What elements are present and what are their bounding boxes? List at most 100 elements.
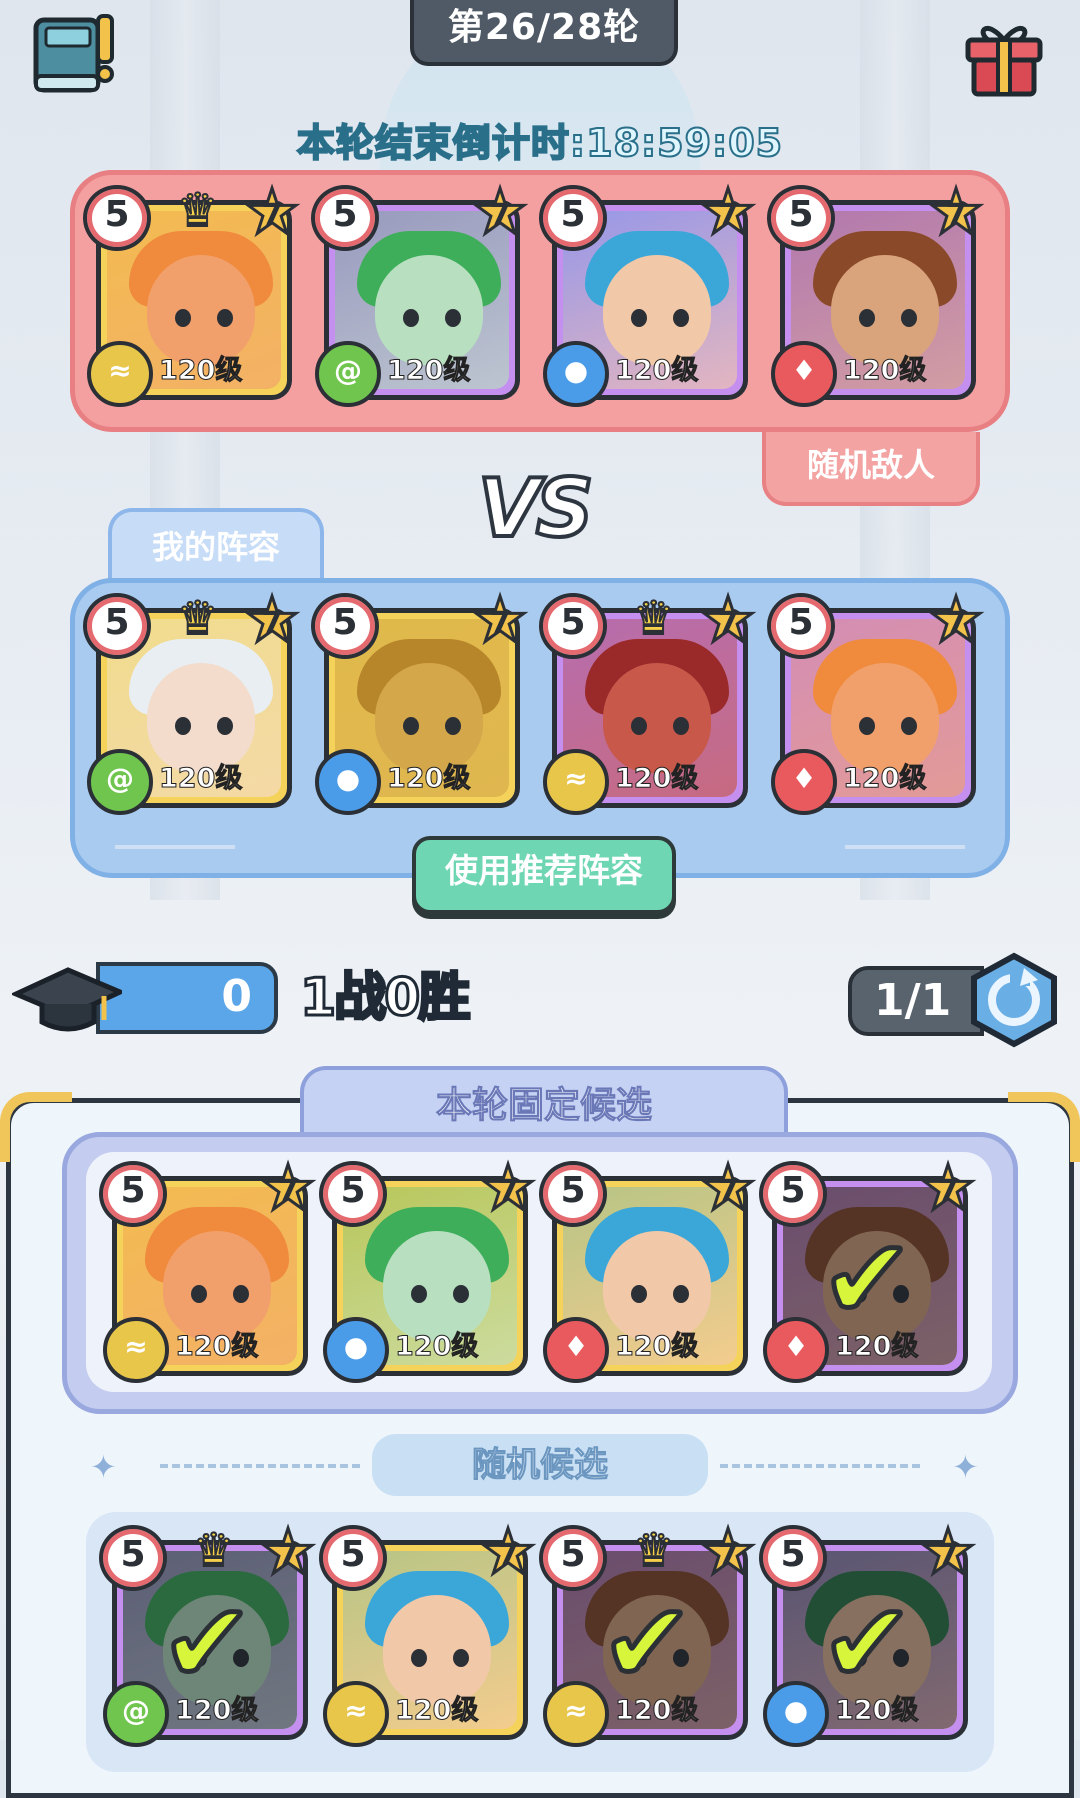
hero-eye [445, 717, 461, 735]
hero-card[interactable]: 120级 ≈ 5 ★ 7 ♛ [539, 587, 757, 815]
star-icon: ★ 7 [919, 1151, 978, 1224]
water-element-icon: ● [315, 749, 381, 815]
hero-eye [859, 717, 875, 735]
hero-card[interactable]: 120级 @ 5 ★ 7 ♛ [83, 587, 301, 815]
crown-icon: ♛ [192, 1522, 235, 1578]
enemy-tag: 随机敌人 [762, 432, 980, 506]
hero-eye [191, 1285, 207, 1303]
hero-rank-badge: 5 [319, 1161, 387, 1227]
hero-level: 120级 [174, 1695, 259, 1727]
hero-card[interactable]: 120级 ≈ 5 ★ 7 [319, 1519, 537, 1747]
hero-eye [631, 309, 647, 327]
star-icon: ★ 7 [471, 175, 530, 248]
hero-star-count: 7 [489, 198, 511, 233]
refresh-icon[interactable] [966, 952, 1062, 1048]
hero-level: 120级 [158, 763, 243, 795]
vs-label: VS [476, 460, 595, 557]
wind-element-icon: @ [87, 749, 153, 815]
hero-eye [453, 1285, 469, 1303]
hero-card[interactable]: 120级 ● 5 ★ 7 [311, 587, 529, 815]
hero-eye [217, 309, 233, 327]
hero-rank-badge: 5 [83, 593, 151, 659]
hero-level: 120级 [834, 1695, 919, 1727]
hero-card[interactable]: 120级 ≈ 5 ★ 7 [99, 1155, 317, 1383]
hero-card[interactable]: ✔ 120级 ≈ 5 ★ 7 ♛ [539, 1519, 757, 1747]
hero-card[interactable]: 120级 ● 5 ★ 7 [539, 179, 757, 407]
hero-rank-badge: 5 [99, 1525, 167, 1591]
hero-rank-badge: 5 [83, 185, 151, 251]
earth-element-icon: ≈ [103, 1317, 169, 1383]
crown-icon: ♛ [176, 590, 219, 646]
hero-rank-badge: 5 [319, 1525, 387, 1591]
earth-element-icon: ≈ [323, 1681, 389, 1747]
wind-element-icon: @ [103, 1681, 169, 1747]
refresh-count: 1/1 [848, 966, 984, 1036]
corner-decoration [0, 1092, 72, 1162]
fire-element-icon: ♦ [771, 749, 837, 815]
star-icon: ★ 7 [699, 1515, 758, 1588]
hero-eye [859, 309, 875, 327]
hero-rank-badge: 5 [759, 1525, 827, 1591]
hero-rank-badge: 5 [539, 1525, 607, 1591]
hero-star-count: 7 [937, 1538, 959, 1573]
fire-element-icon: ♦ [763, 1317, 829, 1383]
star-icon: ★ 7 [479, 1151, 538, 1224]
hero-star-count: 7 [497, 1174, 519, 1209]
hero-eye [233, 1285, 249, 1303]
star-icon: ★ 7 [243, 583, 302, 656]
star-icon: ★ 7 [699, 583, 758, 656]
hero-card[interactable]: ✔ 120级 ♦ 5 ★ 7 [759, 1155, 977, 1383]
hero-rank-badge: 5 [311, 185, 379, 251]
star-icon: ★ 7 [927, 175, 986, 248]
hero-eye [175, 309, 191, 327]
hero-star-count: 7 [945, 606, 967, 641]
hero-level: 120级 [386, 763, 471, 795]
hero-card[interactable]: 120级 ● 5 ★ 7 [319, 1155, 537, 1383]
star-icon: ★ 7 [699, 1151, 758, 1224]
hero-rank-badge: 5 [311, 593, 379, 659]
hero-star-count: 7 [261, 198, 283, 233]
hero-eye [411, 1285, 427, 1303]
hero-eye [445, 309, 461, 327]
water-element-icon: ● [543, 341, 609, 407]
hero-card[interactable]: 120级 ≈ 5 ★ 7 ♛ [83, 179, 301, 407]
star-icon: ★ 7 [699, 175, 758, 248]
hero-rank-badge: 5 [759, 1161, 827, 1227]
earth-element-icon: ≈ [543, 749, 609, 815]
hero-level: 120级 [842, 355, 927, 387]
hero-eye [673, 1285, 689, 1303]
hero-star-count: 7 [937, 1174, 959, 1209]
hero-card[interactable]: 120级 ♦ 5 ★ 7 [539, 1155, 757, 1383]
sparkle-icon: ✦ [952, 1448, 979, 1486]
crown-icon: ♛ [632, 590, 675, 646]
hero-level: 120级 [614, 1695, 699, 1727]
random-candidates-title: 随机候选 [372, 1434, 708, 1496]
divider [115, 845, 235, 849]
hero-star-count: 7 [277, 1538, 299, 1573]
hero-card[interactable]: 120级 ♦ 5 ★ 7 [767, 179, 985, 407]
star-icon: ★ 7 [471, 583, 530, 656]
book-icon[interactable] [28, 10, 120, 102]
hero-card[interactable]: 120级 ♦ 5 ★ 7 [767, 587, 985, 815]
hero-rank-badge: 5 [99, 1161, 167, 1227]
hero-eye [411, 1649, 427, 1667]
star-icon: ★ 7 [479, 1515, 538, 1588]
hero-eye [901, 309, 917, 327]
hero-eye [175, 717, 191, 735]
hero-level: 120级 [842, 763, 927, 795]
hero-star-count: 7 [717, 1174, 739, 1209]
use-recommended-lineup-button[interactable]: 使用推荐阵容 [412, 836, 676, 914]
hero-level: 120级 [614, 1331, 699, 1363]
hero-star-count: 7 [261, 606, 283, 641]
star-icon: ★ 7 [259, 1515, 318, 1588]
star-icon: ★ 7 [243, 175, 302, 248]
hero-card[interactable]: 120级 @ 5 ★ 7 [311, 179, 529, 407]
hero-level: 120级 [174, 1331, 259, 1363]
hero-card[interactable]: ✔ 120级 ● 5 ★ 7 [759, 1519, 977, 1747]
hero-card[interactable]: ✔ 120级 @ 5 ★ 7 ♛ [99, 1519, 317, 1747]
divider [720, 1464, 920, 1468]
divider [160, 1464, 360, 1468]
gift-icon[interactable] [958, 10, 1050, 102]
hero-rank-badge: 5 [767, 185, 835, 251]
exp-bar: 0 [96, 962, 278, 1034]
